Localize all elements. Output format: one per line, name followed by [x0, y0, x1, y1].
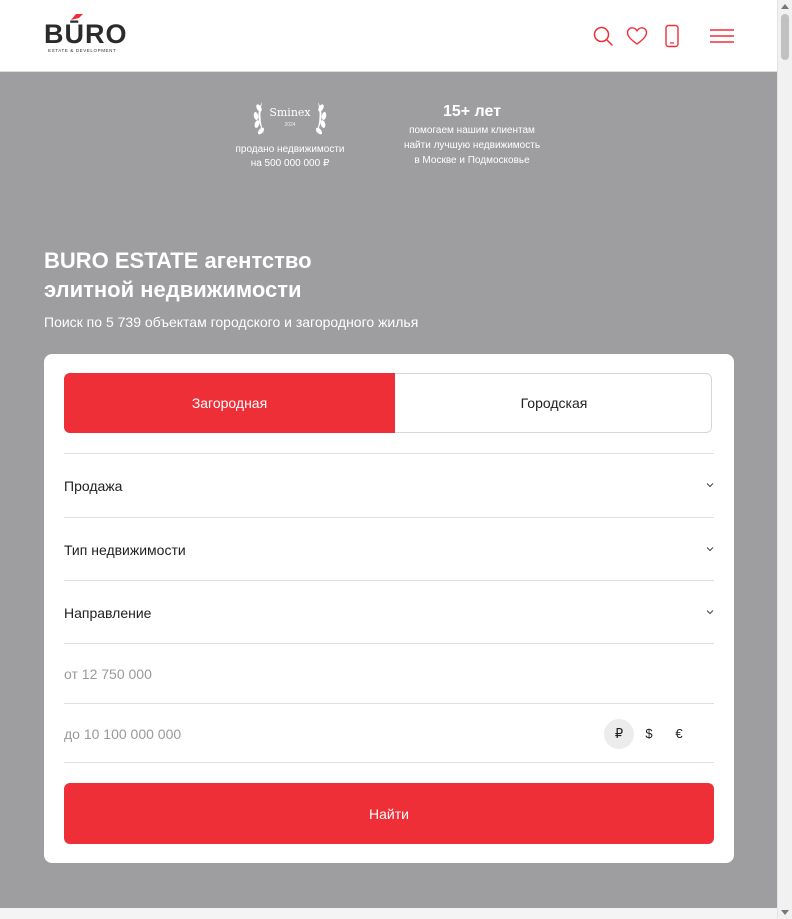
chevron-down-icon: [706, 546, 714, 551]
scroll-up-arrow-icon[interactable]: [781, 4, 789, 9]
chevron-down-icon: [706, 609, 714, 614]
award-text: продано недвижимости на 500 000 000 ₽: [235, 144, 345, 169]
award-year: 2024: [284, 122, 296, 128]
heart-icon[interactable]: [625, 24, 649, 48]
chevron-down-icon: [706, 482, 714, 487]
currency-rub-button[interactable]: ₽: [604, 718, 634, 749]
search-submit-button[interactable]: Найти: [64, 783, 714, 844]
phone-icon[interactable]: [660, 24, 684, 48]
currency-eur-button[interactable]: €: [664, 719, 694, 749]
experience-badge: 15+ лет помогаем нашим клиентам найти лу…: [394, 101, 550, 168]
site-header: BŪRO ESTATE & DEVELOPMENT: [0, 0, 777, 72]
award-badge: Sminex 2024 продано недвижимости на 500 …: [224, 96, 356, 171]
property-type-select[interactable]: Тип недвижимости: [64, 517, 714, 581]
scrollbar-thumb[interactable]: [781, 14, 789, 60]
currency-usd-button[interactable]: $: [634, 719, 664, 749]
price-from-row: [64, 643, 714, 703]
logo-text: BŪRO: [44, 19, 128, 49]
price-from-input[interactable]: [64, 665, 544, 682]
tab-city[interactable]: Городская: [395, 373, 713, 433]
scroll-down-arrow-icon[interactable]: [781, 910, 789, 915]
search-form: Загородная Городская Продажа Тип недвижи…: [44, 354, 734, 863]
direction-select[interactable]: Направление: [64, 580, 714, 644]
award-name: Sminex: [269, 106, 311, 119]
logo-subtitle: ESTATE & DEVELOPMENT: [48, 48, 117, 53]
menu-icon[interactable]: [709, 24, 735, 48]
page-title: BURO ESTATE агентство элитной недвижимос…: [44, 248, 312, 302]
laurel-wreath-icon: Sminex 2024: [250, 96, 330, 140]
experience-title: 15+ лет: [442, 103, 502, 120]
scrollbar[interactable]: [777, 0, 792, 919]
next-section-edge: [0, 908, 777, 919]
price-to-row: ₽ $ €: [64, 703, 714, 763]
experience-text: помогаем нашим клиентам найти лучшую нед…: [403, 125, 541, 166]
divider: [64, 762, 714, 763]
page-subtitle: Поиск по 5 739 объектам городского и заг…: [44, 314, 419, 330]
tab-country[interactable]: Загородная: [64, 373, 395, 433]
price-to-input[interactable]: [64, 725, 544, 742]
search-icon[interactable]: [591, 24, 615, 48]
deal-type-select[interactable]: Продажа: [64, 453, 714, 517]
site-logo[interactable]: BŪRO ESTATE & DEVELOPMENT: [44, 13, 134, 55]
property-type-tabs: Загородная Городская: [64, 373, 712, 433]
